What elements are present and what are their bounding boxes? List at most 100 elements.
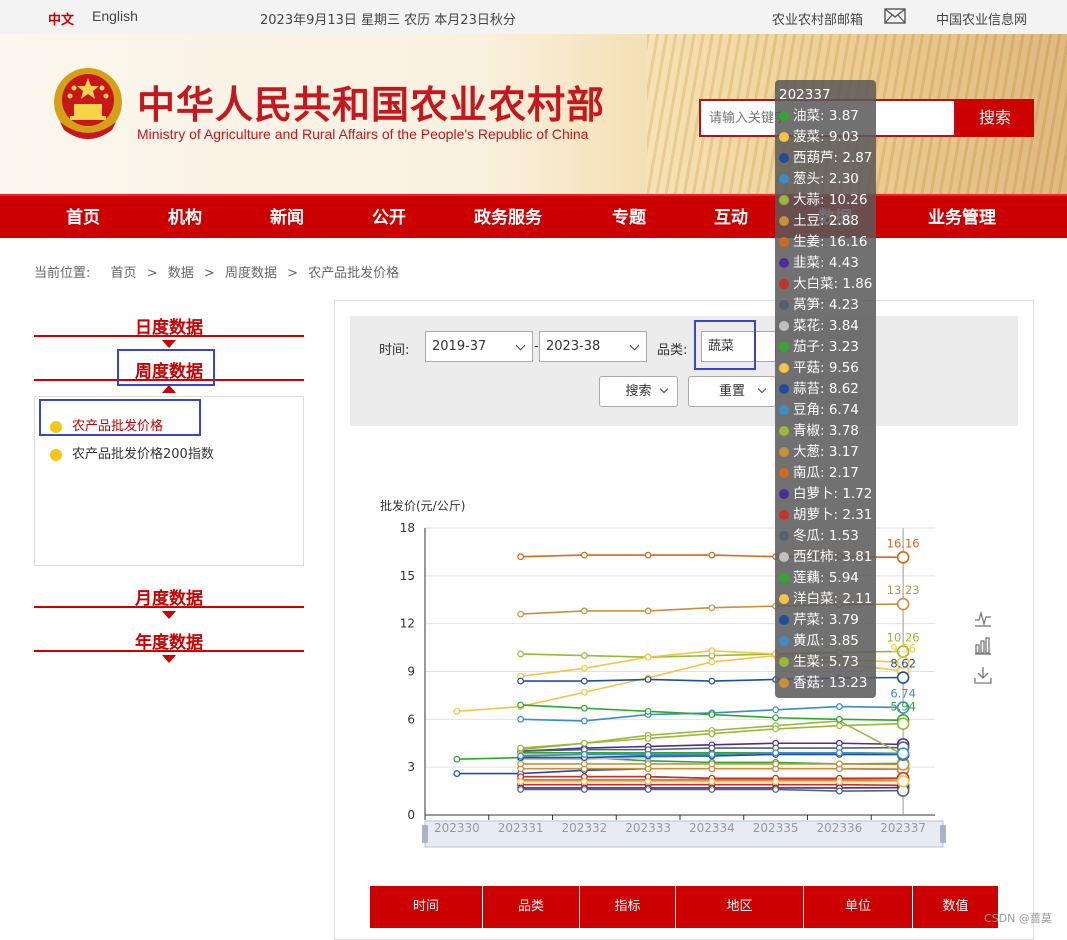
data-point bbox=[709, 731, 715, 737]
tooltip-row-text: 冬瓜: 1.53 bbox=[793, 528, 859, 544]
data-point bbox=[582, 752, 588, 758]
data-point bbox=[709, 678, 715, 684]
bar-chart-icon[interactable] bbox=[974, 637, 992, 655]
y-tick-label: 15 bbox=[400, 569, 415, 583]
breadcrumb-weekly[interactable]: 周度数据 bbox=[225, 266, 277, 281]
breadcrumb-home[interactable]: 首页 bbox=[111, 266, 137, 281]
site-title[interactable]: 中华人民共和国农业农村部 bbox=[137, 74, 605, 129]
data-point bbox=[518, 745, 524, 751]
highlight-box bbox=[39, 399, 201, 436]
download-icon[interactable] bbox=[974, 666, 992, 684]
national-emblem-icon[interactable] bbox=[50, 64, 126, 144]
y-tick-label: 9 bbox=[407, 665, 415, 679]
breadcrumb-data[interactable]: 数据 bbox=[168, 266, 194, 281]
data-point bbox=[645, 761, 651, 767]
tooltip-row-text: 菜花: 3.84 bbox=[793, 318, 859, 334]
nav-gov-services[interactable]: 政务服务 bbox=[474, 196, 542, 240]
link-label: 农产品批发价格200指数 bbox=[72, 447, 214, 462]
series-color-dot bbox=[779, 573, 789, 583]
data-point bbox=[709, 605, 715, 611]
data-point bbox=[454, 709, 460, 715]
data-point bbox=[898, 672, 909, 683]
triangle-up-icon bbox=[162, 385, 176, 393]
mail-icon[interactable] bbox=[884, 8, 906, 24]
highlight-box bbox=[694, 320, 756, 370]
data-point bbox=[837, 723, 843, 729]
tooltip-row-text: 西红柿: 3.81 bbox=[793, 549, 872, 565]
bullet-icon bbox=[50, 449, 62, 461]
tooltip-row: 胡萝卜: 2.31 bbox=[779, 505, 872, 526]
filter-search-button[interactable]: 搜索 bbox=[599, 376, 678, 407]
breadcrumb-sep: > bbox=[147, 266, 158, 281]
series-color-dot bbox=[779, 657, 789, 667]
nav-interaction[interactable]: 互动 bbox=[714, 196, 748, 240]
data-point bbox=[582, 608, 588, 614]
data-point bbox=[582, 740, 588, 746]
site-search-button[interactable]: 搜索 bbox=[956, 99, 1034, 137]
tooltip-row-text: 青椒: 3.78 bbox=[793, 423, 859, 439]
data-point bbox=[518, 702, 524, 708]
tooltip-row: 香菇: 13.23 bbox=[779, 673, 868, 694]
table-header-unit[interactable]: 单位 bbox=[804, 886, 913, 928]
nav-public[interactable]: 公开 bbox=[372, 196, 406, 240]
tooltip-row: 豆角: 6.74 bbox=[779, 400, 859, 421]
data-point bbox=[582, 787, 588, 793]
time-to-select[interactable]: 2023-38 bbox=[539, 331, 647, 362]
data-point bbox=[518, 611, 524, 617]
table-header-indicator[interactable]: 指标 bbox=[580, 886, 676, 928]
line-chart-icon[interactable] bbox=[974, 609, 992, 627]
data-point bbox=[709, 552, 715, 558]
nav-news[interactable]: 新闻 bbox=[270, 196, 304, 240]
data-point bbox=[582, 718, 588, 724]
data-point bbox=[898, 552, 909, 563]
series-color-dot bbox=[779, 342, 789, 352]
tooltip-row-text: 黄瓜: 3.85 bbox=[793, 633, 859, 649]
chart-tooltip: 202337 油菜: 3.87菠菜: 9.03西葫芦: 2.87葱头: 2.30… bbox=[775, 80, 876, 698]
tooltip-row: 洋白菜: 2.11 bbox=[779, 589, 872, 610]
nav-organization[interactable]: 机构 bbox=[168, 196, 202, 240]
tooltip-row: 冬瓜: 1.53 bbox=[779, 526, 859, 547]
tooltip-row: 韭菜: 4.43 bbox=[779, 253, 859, 274]
lang-chinese-link[interactable]: 中文 bbox=[48, 9, 74, 28]
breadcrumb-current[interactable]: 农产品批发价格 bbox=[308, 266, 399, 281]
tooltip-row: 葱头: 2.30 bbox=[779, 169, 859, 190]
search-button-label: 搜索 bbox=[625, 384, 651, 399]
time-from-select[interactable]: 2019-37 bbox=[425, 331, 533, 362]
series-color-dot bbox=[779, 237, 789, 247]
end-data-label: 16.16 bbox=[887, 536, 920, 550]
table-header-category[interactable]: 品类 bbox=[483, 886, 580, 928]
series-color-dot bbox=[779, 510, 789, 520]
series-color-dot bbox=[779, 300, 789, 310]
ministry-mail-link[interactable]: 农业农村部邮箱 bbox=[772, 9, 863, 28]
data-point bbox=[773, 779, 779, 785]
data-point bbox=[645, 709, 651, 715]
series-color-dot bbox=[779, 174, 789, 184]
data-point bbox=[898, 748, 909, 759]
tooltip-row: 西红柿: 3.81 bbox=[779, 547, 872, 568]
data-point bbox=[518, 554, 524, 560]
nav-business[interactable]: 业务管理 bbox=[928, 196, 996, 240]
tooltip-row: 莴笋: 4.23 bbox=[779, 295, 859, 316]
table-header-region[interactable]: 地区 bbox=[676, 886, 804, 928]
series-color-dot bbox=[779, 258, 789, 268]
nav-home[interactable]: 首页 bbox=[66, 196, 100, 240]
tooltip-row-text: 大白菜: 1.86 bbox=[793, 276, 872, 292]
series-color-dot bbox=[779, 678, 789, 688]
lang-english-link[interactable]: English bbox=[92, 8, 138, 24]
tooltip-row: 蒜苔: 8.62 bbox=[779, 379, 859, 400]
chevron-down-icon bbox=[758, 385, 766, 393]
y-tick-label: 3 bbox=[407, 760, 415, 774]
nav-topics[interactable]: 专题 bbox=[612, 196, 646, 240]
highlight-box bbox=[117, 349, 215, 386]
sidebar-link-price-index[interactable]: 农产品批发价格200指数 bbox=[50, 443, 214, 462]
agri-info-net-link[interactable]: 中国农业信息网 bbox=[936, 9, 1027, 28]
breadcrumb-sep: > bbox=[287, 266, 298, 281]
filter-reset-button[interactable]: 重置 bbox=[688, 376, 776, 407]
table-header-time[interactable]: 时间 bbox=[370, 886, 483, 928]
time-to-value: 2023-38 bbox=[546, 339, 600, 354]
tooltip-row: 大蒜: 10.26 bbox=[779, 190, 868, 211]
data-point bbox=[518, 753, 524, 759]
data-point bbox=[518, 717, 524, 723]
tooltip-row: 莲藕: 5.94 bbox=[779, 568, 859, 589]
data-point bbox=[645, 736, 651, 742]
